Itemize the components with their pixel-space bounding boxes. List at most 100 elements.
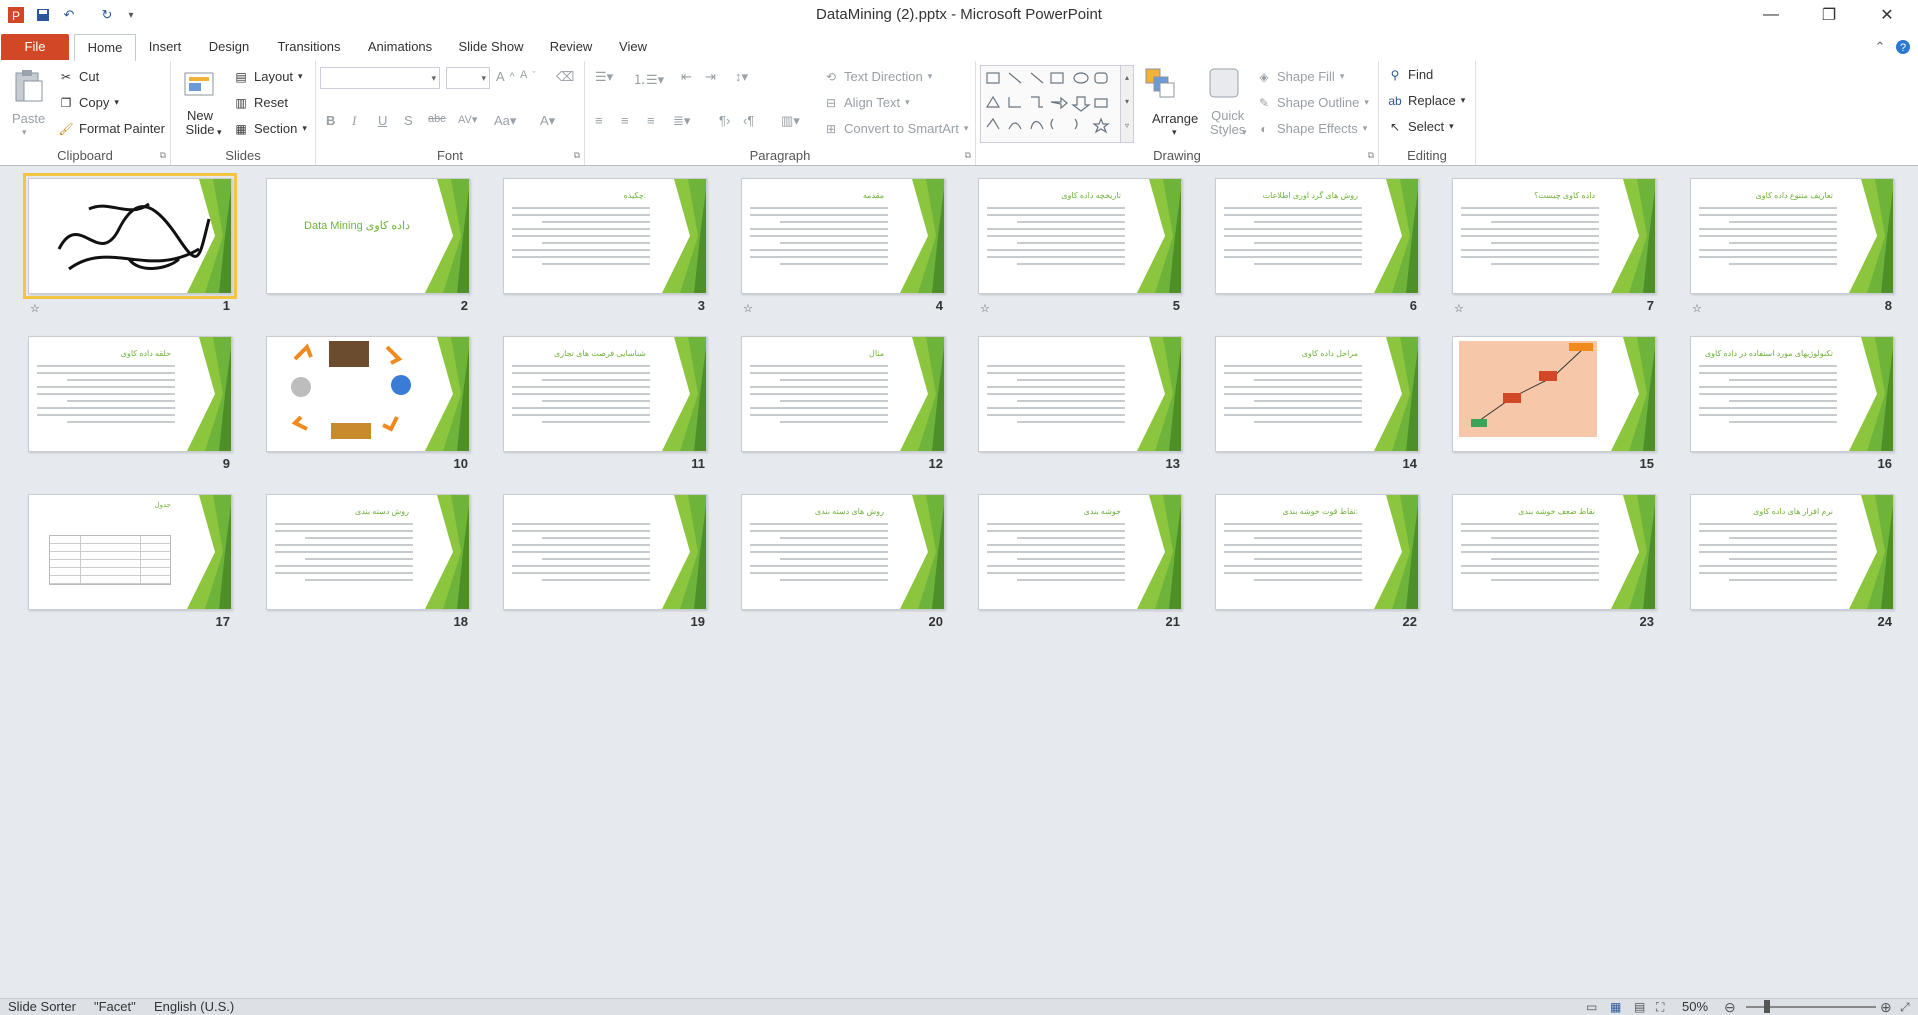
slide-thumbnail[interactable]: تعاریف متنوع داده کاوی [1690,178,1894,294]
find-button[interactable]: ⚲ Find [1387,67,1434,82]
font-color-icon[interactable]: A▾ [540,113,555,129]
slide-thumbnail[interactable]: داده کاوی چیست؟ [1452,178,1656,294]
paste-button[interactable]: Paste [12,111,45,126]
zoom-out-icon[interactable]: ⊖ [1724,999,1736,1015]
line-spacing-icon[interactable]: ↕▾ [735,69,748,85]
font-name-combobox[interactable]: ▾ [320,67,440,89]
tab-home[interactable]: Home [74,34,136,62]
new-slide-dropdown-icon[interactable]: ▾ [217,127,222,138]
minimize-button[interactable]: — [1748,0,1794,30]
paragraph-launcher-icon[interactable]: ⧉ [965,150,971,161]
slide-thumbnail[interactable]: خوشه بندی [978,494,1182,610]
slide-thumbnail[interactable]: مراحل داده کاوی [1215,336,1419,452]
slide-thumbnail[interactable] [23,173,237,299]
decrease-indent-icon[interactable]: ⇤ [681,69,692,85]
slide-thumbnail[interactable]: نرم افزار های داده کاوی [1690,494,1894,610]
shape-outline-button[interactable]: ✎ Shape Outline ▾ [1256,95,1369,110]
select-button[interactable]: ↖ Select ▾ [1387,119,1454,134]
language-status[interactable]: English (U.S.) [154,999,234,1015]
character-spacing-icon[interactable]: AV▾ [458,113,477,126]
customize-toolbar-icon[interactable]: ▾ [124,4,138,26]
copy-button[interactable]: ❐ Copy ▾ [58,95,119,110]
tab-view[interactable]: View [610,34,656,60]
theme-status[interactable]: "Facet" [94,999,136,1015]
slide-thumbnail[interactable]: جدول [28,494,232,610]
bold-icon[interactable]: B [326,113,335,128]
change-case-icon[interactable]: Aa▾ [494,113,516,129]
tab-transitions[interactable]: Transitions [272,34,346,60]
arrange-icon[interactable] [1144,67,1178,101]
zoom-in-icon[interactable]: ⊕ [1880,999,1892,1015]
tab-animations[interactable]: Animations [362,34,438,60]
slide-thumbnail[interactable]: شناسایی فرصت های تجاری [503,336,707,452]
redo-icon[interactable]: ↻ [96,4,118,26]
replace-button[interactable]: ab Replace ▾ [1387,93,1465,108]
format-painter-button[interactable]: 🖌 Format Painter [58,121,165,136]
close-button[interactable]: ✕ [1864,0,1910,30]
shape-effects-button[interactable]: ◐ Shape Effects ▾ [1256,121,1367,136]
text-direction-button[interactable]: ⟲ Text Direction ▾ [823,69,932,84]
underline-icon[interactable]: U [378,113,387,128]
columns-icon[interactable]: ▥▾ [781,113,800,129]
slide-thumbnail[interactable]: Data Mining داده کاوی [266,178,470,294]
cut-button[interactable]: ✂ Cut [58,69,99,84]
slide-thumbnail[interactable]: روش های دسته بندی [741,494,945,610]
quick-styles-button[interactable]: Quick Styles [1210,109,1245,137]
slide-sorter-view-icon[interactable]: ▦ [1610,999,1621,1015]
minimize-ribbon-icon[interactable]: ⌃ [1872,34,1888,60]
shape-fill-button[interactable]: ◈ Shape Fill ▾ [1256,69,1344,84]
font-launcher-icon[interactable]: ⧉ [574,150,580,161]
font-size-combobox[interactable]: ▾ [446,67,490,89]
tab-review[interactable]: Review [546,34,596,60]
convert-smartart-button[interactable]: ⊞ Convert to SmartArt ▾ [823,121,968,136]
slide-thumbnail[interactable]: مقدمه [741,178,945,294]
increase-indent-icon[interactable]: ⇥ [705,69,716,85]
shapes-scroll-icon[interactable]: ▴ ▾ ▿ [1120,66,1133,142]
slide-thumbnail[interactable]: تکنولوژیهای مورد استفاده در داده کاوی [1690,336,1894,452]
restore-button[interactable]: ❐ [1806,0,1852,30]
animation-star-icon[interactable]: ☆ [1454,302,1464,315]
slide-thumbnail[interactable]: مثال [741,336,945,452]
new-slide-button[interactable]: New Slide [185,109,215,137]
rtl-icon[interactable]: ‹¶ [743,113,754,128]
slide-thumbnail[interactable] [978,336,1182,452]
zoom-slider-thumb[interactable] [1764,1000,1770,1013]
reset-button[interactable]: ▥ Reset [233,95,288,110]
shapes-gallery[interactable]: ▴ ▾ ▿ [980,65,1134,143]
shrink-font-icon[interactable]: Aˇ [520,69,535,81]
slide-thumbnail[interactable]: روش های گرد آوری اطلاعات [1215,178,1419,294]
grow-font-icon[interactable]: A ^ [496,69,515,84]
ltr-icon[interactable]: ¶› [719,113,730,128]
paste-icon[interactable] [12,69,46,103]
justify-icon[interactable]: ≣▾ [673,113,690,129]
zoom-level[interactable]: 50% [1682,999,1708,1015]
shadow-icon[interactable]: S [404,113,413,128]
help-icon[interactable]: ? [1894,34,1912,60]
animation-star-icon[interactable]: ☆ [1692,302,1702,315]
animation-star-icon[interactable]: ☆ [30,302,40,315]
paste-dropdown-icon[interactable]: ▾ [22,127,27,138]
new-slide-icon[interactable] [183,69,217,103]
slide-thumbnail[interactable]: چکیده: [503,178,707,294]
align-right-icon[interactable]: ≡ [647,113,655,128]
normal-view-icon[interactable]: ▭ [1586,999,1597,1015]
slide-thumbnail[interactable]: روش دسته بندی [266,494,470,610]
animation-star-icon[interactable]: ☆ [980,302,990,315]
slide-thumbnail[interactable] [503,494,707,610]
tab-file[interactable]: File [1,34,69,60]
section-button[interactable]: ▦ Section ▾ [233,121,307,136]
strikethrough-icon[interactable]: abc [428,113,446,125]
drawing-launcher-icon[interactable]: ⧉ [1368,150,1374,161]
italic-icon[interactable]: I [352,113,356,129]
layout-button[interactable]: ▤ Layout ▾ [233,69,302,84]
slide-thumbnail[interactable] [266,336,470,452]
animation-star-icon[interactable]: ☆ [743,302,753,315]
slide-thumbnail[interactable] [1452,336,1656,452]
save-icon[interactable] [32,4,54,26]
slide-thumbnail[interactable]: نقاط قوت خوشه بندی: [1215,494,1419,610]
fit-window-icon[interactable]: ⤢ [1900,999,1910,1015]
tab-slide-show[interactable]: Slide Show [454,34,528,60]
slide-thumbnail[interactable]: نقاط ضعف خوشه بندی [1452,494,1656,610]
clipboard-launcher-icon[interactable]: ⧉ [160,150,166,161]
align-left-icon[interactable]: ≡ [595,113,603,128]
